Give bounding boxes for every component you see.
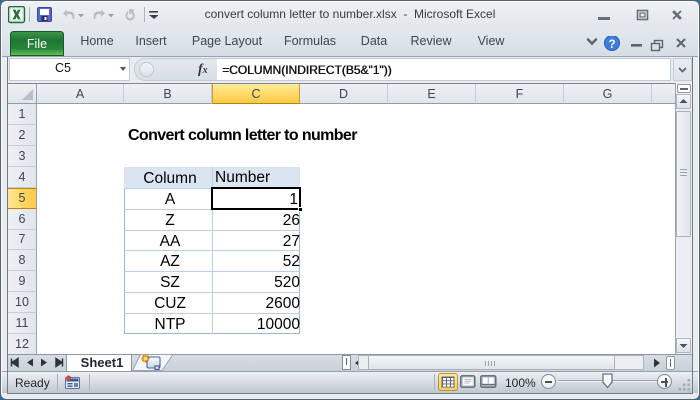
svg-text:?: ? (608, 39, 615, 51)
